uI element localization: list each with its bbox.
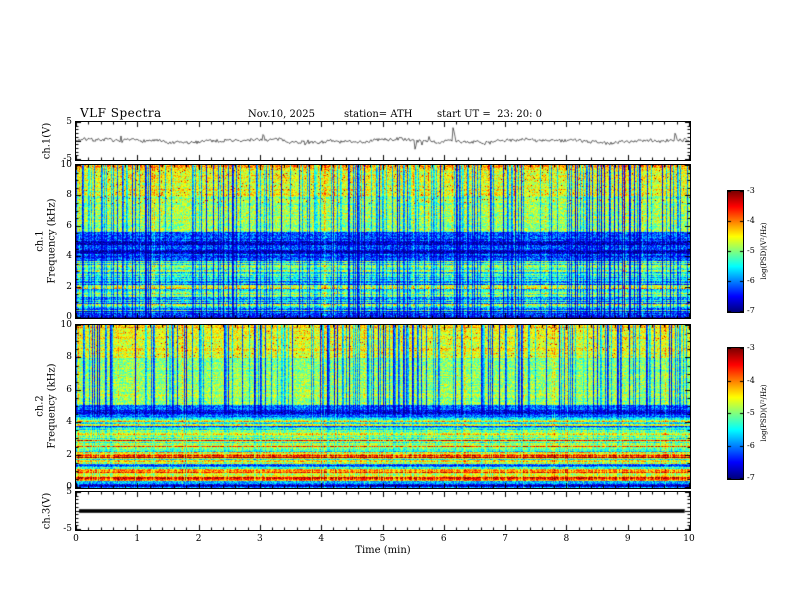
x-axis-label: Time (min) [355, 545, 411, 556]
ch3-waveform-panel [75, 491, 691, 531]
header-date: Nov.10, 2025 [248, 109, 315, 120]
y-tick-label: 10 [60, 160, 72, 170]
header-start-ut: start UT = 23: 20: 0 [437, 109, 543, 120]
y-tick-label: 10 [60, 320, 72, 330]
header-station: station= ATH [344, 109, 413, 120]
ch2-colorbar [727, 347, 744, 480]
x-tick-label: 5 [379, 534, 386, 544]
x-tick-label: 3 [257, 534, 263, 544]
ch2-spectrogram-canvas [76, 325, 690, 488]
x-tick-label: 1 [134, 534, 141, 544]
x-tick-label: 6 [440, 534, 447, 544]
colorbar-tick-label: -4 [747, 216, 755, 225]
colorbar-tick-label: -3 [747, 186, 755, 195]
colorbar-tick-label: -6 [747, 440, 755, 450]
x-tick-label: 8 [563, 534, 570, 544]
y-tick-label: 2 [66, 281, 72, 292]
ch2-colorbar-canvas [728, 348, 743, 479]
ch1-spectrogram-panel [75, 164, 691, 319]
y-tick-label: 6 [66, 384, 72, 395]
ch1-spectrogram-canvas [76, 165, 690, 318]
x-tick-label: 7 [502, 534, 508, 544]
x-tick-label: 10 [683, 534, 695, 544]
ch3-waveform-canvas [76, 492, 690, 530]
colorbar-tick-label: -7 [747, 306, 755, 315]
colorbar-tick-label: -5 [747, 408, 755, 417]
colorbar-tick-label: -7 [747, 473, 755, 482]
ch1-colorbar-canvas [728, 191, 743, 312]
y-tick-label: 5 [66, 117, 72, 127]
ch2-frequency-axis-label: ch.2 Frequency (kHz) [34, 363, 58, 449]
y-tick-label: 4 [66, 417, 72, 428]
ch1-waveform-canvas [76, 122, 690, 160]
x-tick-label: 0 [73, 534, 79, 544]
y-tick-label: -5 [63, 524, 72, 534]
ch1-waveform-panel [75, 121, 691, 161]
colorbar-tick-label: -4 [747, 375, 755, 385]
x-tick-label: 2 [195, 534, 202, 544]
ch1-frequency-axis-label: ch.1 Frequency (kHz) [34, 198, 58, 284]
y-tick-label: 5 [66, 487, 72, 497]
colorbar-tick-label: -3 [747, 343, 755, 352]
y-tick-label: 2 [66, 449, 72, 460]
x-tick-label: 4 [318, 534, 325, 544]
y-tick-label: 8 [66, 190, 72, 201]
y-tick-label: 8 [66, 352, 72, 363]
colorbar-tick-label: -6 [747, 276, 755, 285]
figure-title: VLF Spectra [80, 106, 162, 120]
x-tick-label: 9 [624, 534, 631, 544]
colorbar-tick-label: -5 [747, 246, 755, 255]
y-tick-label: 4 [66, 251, 72, 262]
ch1-colorbar [727, 190, 744, 313]
y-tick-label: 6 [66, 220, 72, 231]
ch2-spectrogram-panel [75, 324, 691, 489]
vlf-spectra-figure: VLF Spectra Nov.10, 2025 station= ATH st… [0, 0, 792, 612]
